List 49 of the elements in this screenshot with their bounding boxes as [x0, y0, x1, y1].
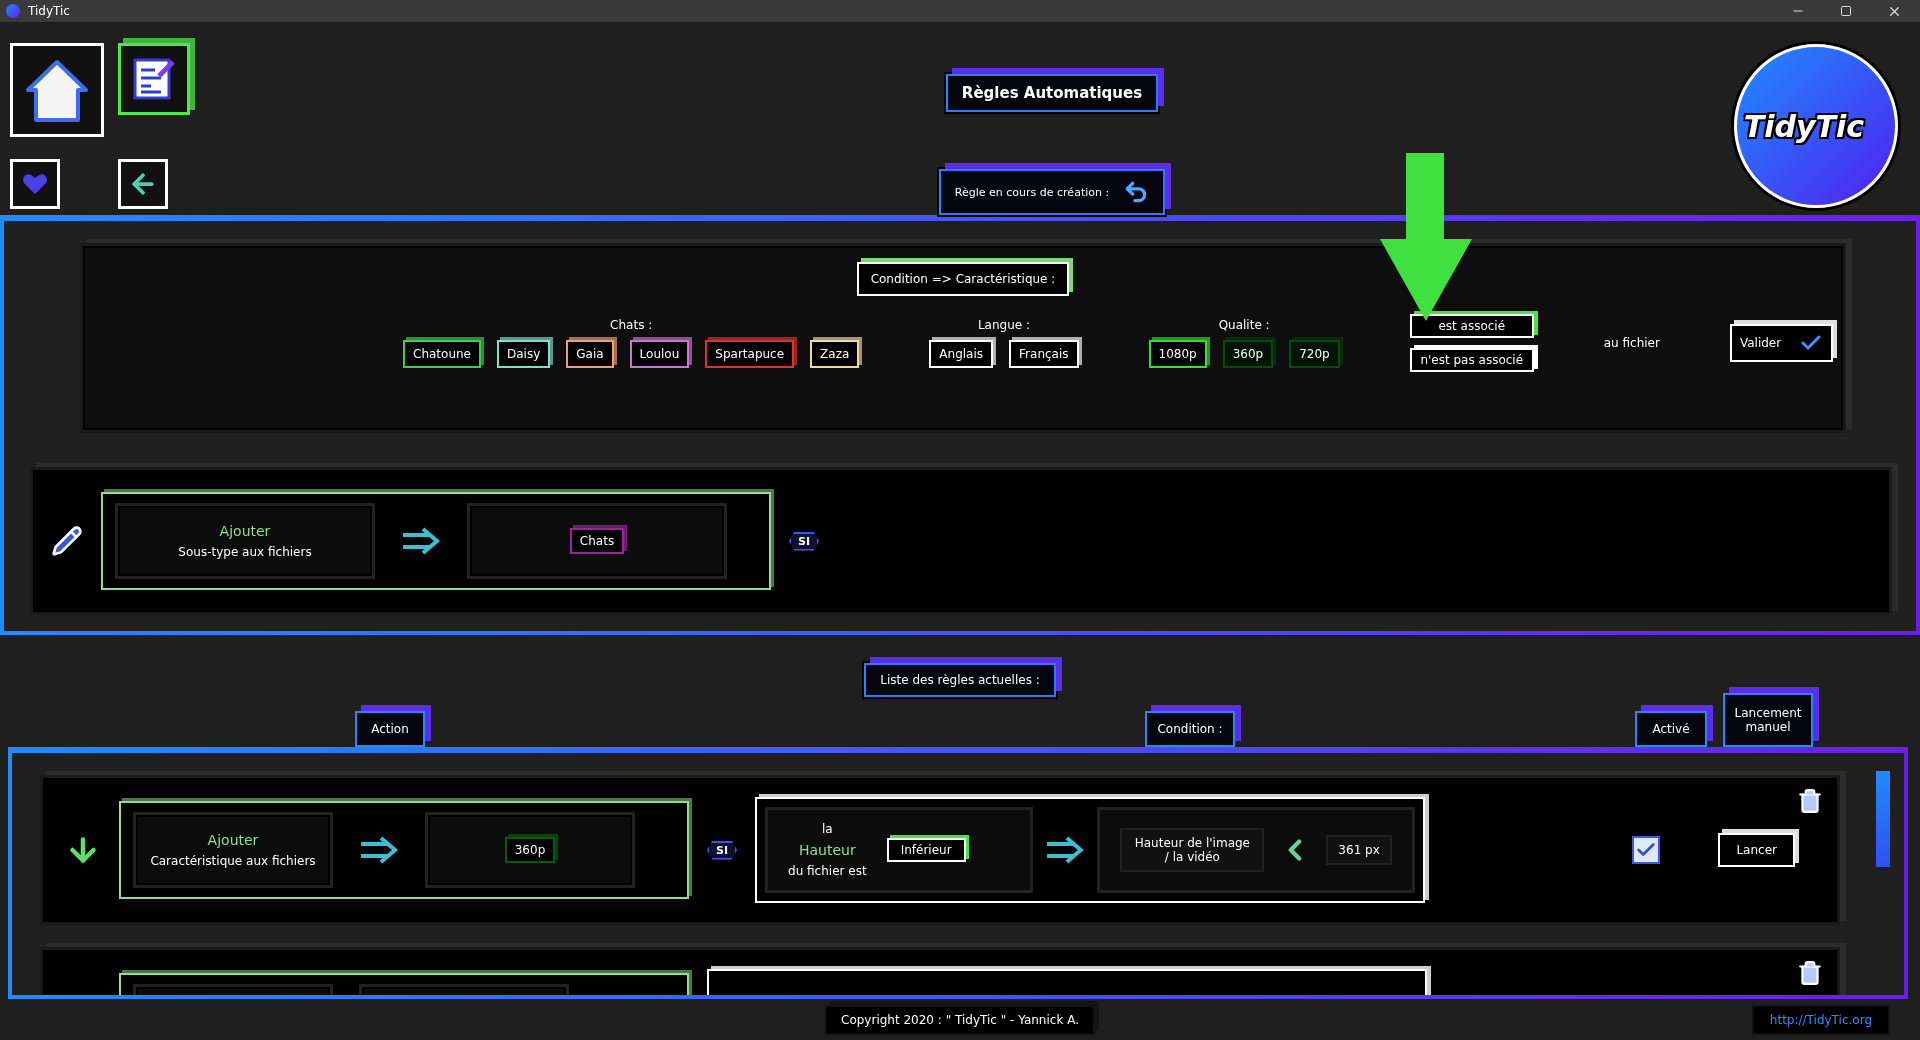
amount-label: 361 px: [1326, 835, 1392, 865]
action-verb: Ajouter: [207, 832, 259, 848]
suffix-label: au fichier: [1603, 336, 1660, 350]
document-edit-icon: [131, 56, 177, 102]
si-badge: SI: [707, 840, 737, 860]
action-target: Caractéristique aux fichiers: [150, 854, 316, 868]
tag-button[interactable]: Français: [1009, 340, 1079, 368]
heart-icon: [22, 171, 48, 196]
group-label: Qualite :: [1218, 318, 1270, 332]
si-badge: SI: [789, 531, 819, 551]
condition-suffix: du fichier est: [788, 864, 867, 878]
group-label: Chats :: [610, 318, 653, 332]
tag-button[interactable]: Zaza: [810, 340, 860, 368]
app-icon: [6, 4, 20, 18]
tag-button[interactable]: Chatoune: [403, 340, 481, 368]
double-arrow-icon: [1045, 836, 1086, 864]
double-arrow-icon: [359, 836, 399, 864]
down-arrow-icon: [1380, 153, 1472, 321]
action-target: Sous-type aux fichiers: [178, 545, 312, 559]
window-title: TidyTic: [28, 4, 71, 18]
creation-tab-label: Règle en cours de création :: [954, 185, 1110, 199]
tag-button[interactable]: 360p: [1222, 340, 1274, 368]
comparator-button[interactable]: Inférieur: [886, 838, 966, 862]
double-arrow-icon: [401, 527, 441, 555]
value-tag: 360p: [504, 837, 556, 863]
action-verb: Ajouter: [219, 523, 271, 539]
tag-button[interactable]: Spartapuce: [705, 340, 795, 368]
tag-button[interactable]: 1080p: [1148, 340, 1207, 368]
trash-button[interactable]: [1797, 788, 1823, 814]
tag-button[interactable]: 720p: [1289, 340, 1340, 368]
home-button[interactable]: [10, 43, 104, 137]
website-link[interactable]: http://TidyTic.org: [1751, 1004, 1890, 1035]
back-button[interactable]: [118, 158, 168, 209]
active-checkbox[interactable]: [1632, 836, 1661, 864]
tag-button[interactable]: Daisy: [497, 340, 551, 368]
value-tag: Chats: [569, 528, 625, 554]
pencil-icon[interactable]: [51, 525, 83, 557]
scrollbar-thumb[interactable]: [1876, 771, 1890, 867]
tag-button[interactable]: Gaia: [566, 340, 614, 368]
target-label: Hauteur de l'image / la vidéo: [1120, 828, 1265, 872]
condition-field: Hauteur: [798, 842, 856, 858]
tag-button[interactable]: Anglais: [929, 340, 994, 368]
favorite-button[interactable]: [10, 158, 60, 209]
logo-text: TidyTic: [1743, 108, 1865, 144]
tag-button[interactable]: Loulou: [629, 340, 690, 368]
group-label: Langue :: [977, 318, 1030, 332]
restore-icon: [1840, 5, 1852, 17]
condition-prefix: la: [821, 822, 833, 836]
trash-button[interactable]: [1797, 960, 1823, 986]
